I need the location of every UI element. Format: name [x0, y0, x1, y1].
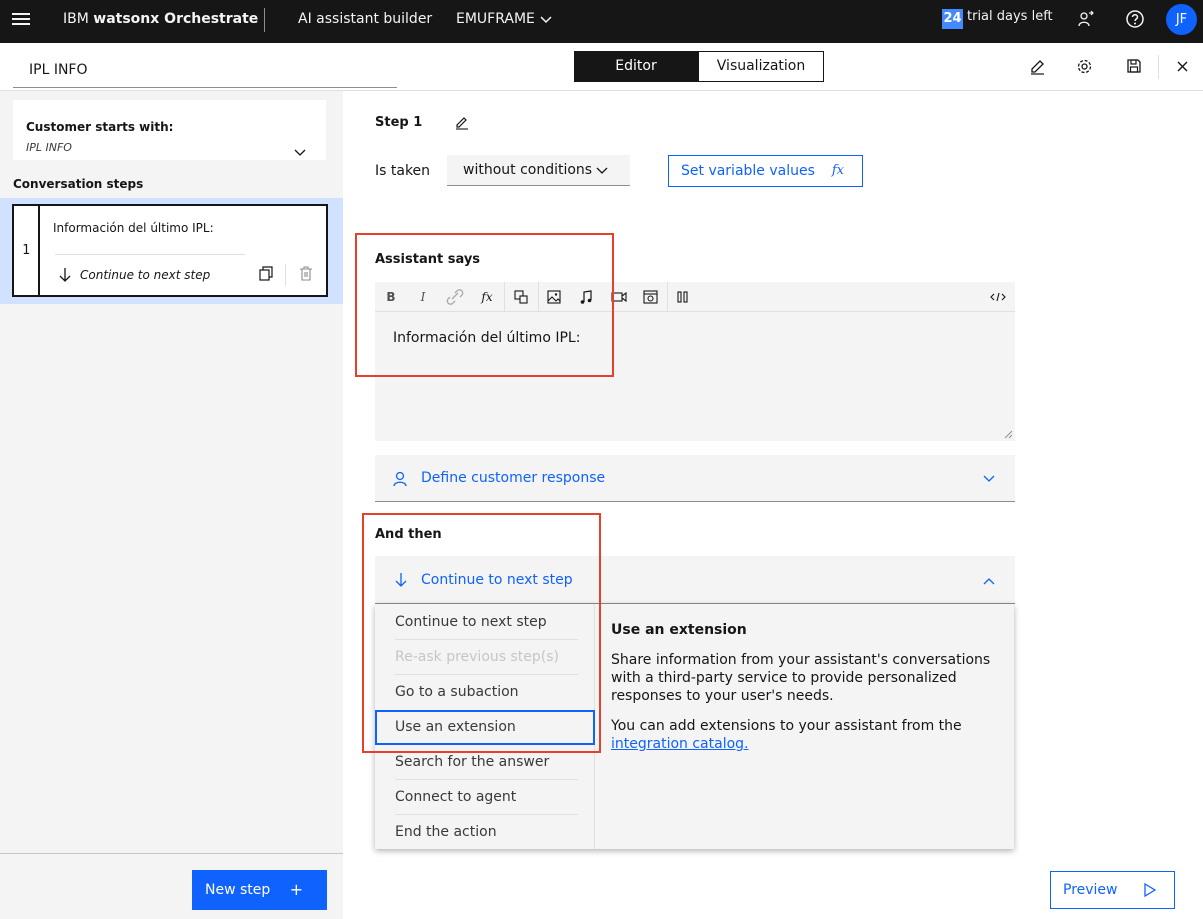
- instance-name: EMUFRAME: [456, 11, 535, 27]
- define-customer-response-accordion[interactable]: Define customer response: [375, 455, 1015, 502]
- brand-name: watsonx Orchestrate: [93, 11, 259, 27]
- header-divider: [264, 8, 265, 32]
- is-taken-label: Is taken: [375, 163, 431, 179]
- edit-step-title-icon[interactable]: [455, 115, 470, 130]
- action-title-input[interactable]: IPL INFO: [13, 59, 397, 88]
- copy-icon[interactable]: [259, 266, 274, 281]
- close-icon[interactable]: [1177, 61, 1188, 72]
- hamburger-menu-icon[interactable]: [11, 11, 31, 27]
- conversation-steps-heading: Conversation steps: [13, 177, 144, 191]
- chevron-down-icon[interactable]: [294, 149, 306, 157]
- save-icon[interactable]: [1126, 58, 1142, 74]
- chevron-down-icon[interactable]: [983, 475, 995, 483]
- customer-starts-label: Customer starts with:: [26, 120, 174, 134]
- menu-item-connect-agent[interactable]: Connect to agent: [375, 780, 595, 815]
- step-separator: [55, 254, 245, 255]
- tab-visualization[interactable]: Visualization: [698, 51, 824, 82]
- new-step-label: New step: [205, 882, 271, 898]
- code-icon[interactable]: [982, 282, 1014, 312]
- left-panel-divider: [0, 853, 343, 854]
- step-action-divider: [285, 264, 286, 286]
- set-variable-values-button[interactable]: Set variable values fx: [668, 155, 863, 187]
- product-name[interactable]: IBM watsonx Orchestrate: [63, 0, 258, 43]
- condition-value: without conditions: [463, 162, 593, 178]
- instance-switcher[interactable]: EMUFRAME: [456, 0, 535, 43]
- highlight-assistant-says: [355, 233, 614, 377]
- chevron-down-icon: [596, 167, 608, 175]
- left-panel: Customer starts with: IPL INFO Conversat…: [0, 91, 343, 919]
- chevron-down-icon[interactable]: [540, 14, 552, 24]
- trial-days-text: trial days left: [967, 9, 1053, 24]
- menu-item-end-action[interactable]: End the action: [375, 815, 595, 850]
- action-subheader: IPL INFO Editor Visualization: [0, 43, 1203, 91]
- new-step-button[interactable]: New step +: [192, 870, 327, 910]
- step-number: 1: [14, 206, 40, 295]
- arrow-down-icon: [59, 267, 71, 283]
- define-customer-response-label: Define customer response: [421, 470, 606, 486]
- customer-starts-card[interactable]: Customer starts with: IPL INFO: [13, 100, 326, 160]
- preview-button[interactable]: Preview: [1050, 871, 1175, 909]
- trash-icon[interactable]: [299, 266, 313, 281]
- preview-label: Preview: [1063, 882, 1118, 898]
- option-description-text: Share information from your assistant's …: [611, 652, 991, 704]
- option-description-extra: You can add extensions to your assistant…: [611, 717, 1001, 753]
- set-variable-label: Set variable values: [681, 163, 815, 179]
- step-text: Información del último IPL:: [53, 221, 214, 235]
- nav-ai-assistant-builder[interactable]: AI assistant builder: [298, 0, 432, 43]
- help-icon[interactable]: [1125, 9, 1145, 29]
- brand-prefix: IBM: [63, 11, 89, 27]
- option-description-prefix: You can add extensions to your assistant…: [611, 718, 962, 734]
- user-icon: [393, 471, 407, 487]
- tab-editor[interactable]: Editor: [574, 51, 698, 82]
- option-description-title: Use an extension: [611, 622, 747, 638]
- integration-catalog-link[interactable]: integration catalog.: [611, 736, 749, 752]
- step-next-action: Continue to next step: [80, 268, 211, 282]
- user-avatar[interactable]: JF: [1166, 4, 1197, 35]
- highlight-and-then: [362, 513, 601, 753]
- resize-handle-icon[interactable]: [1004, 430, 1013, 439]
- function-icon: fx: [831, 163, 844, 178]
- play-icon: [1144, 883, 1156, 897]
- settings-gear-icon[interactable]: [1076, 58, 1093, 75]
- plus-icon: +: [289, 880, 303, 899]
- step-card-1[interactable]: 1 Información del último IPL: Continue t…: [12, 204, 328, 297]
- iframe-icon[interactable]: [635, 282, 667, 312]
- user-switch-icon[interactable]: [1077, 10, 1095, 28]
- edit-icon[interactable]: [1029, 58, 1046, 75]
- chevron-up-icon[interactable]: [983, 577, 995, 585]
- trial-days-badge: 24: [942, 9, 963, 29]
- customer-starts-value: IPL INFO: [26, 141, 72, 154]
- subheader-divider: [1158, 55, 1159, 79]
- top-header: IBM watsonx Orchestrate AI assistant bui…: [0, 0, 1203, 43]
- step-title: Step 1: [375, 115, 423, 130]
- columns-icon[interactable]: [667, 282, 699, 312]
